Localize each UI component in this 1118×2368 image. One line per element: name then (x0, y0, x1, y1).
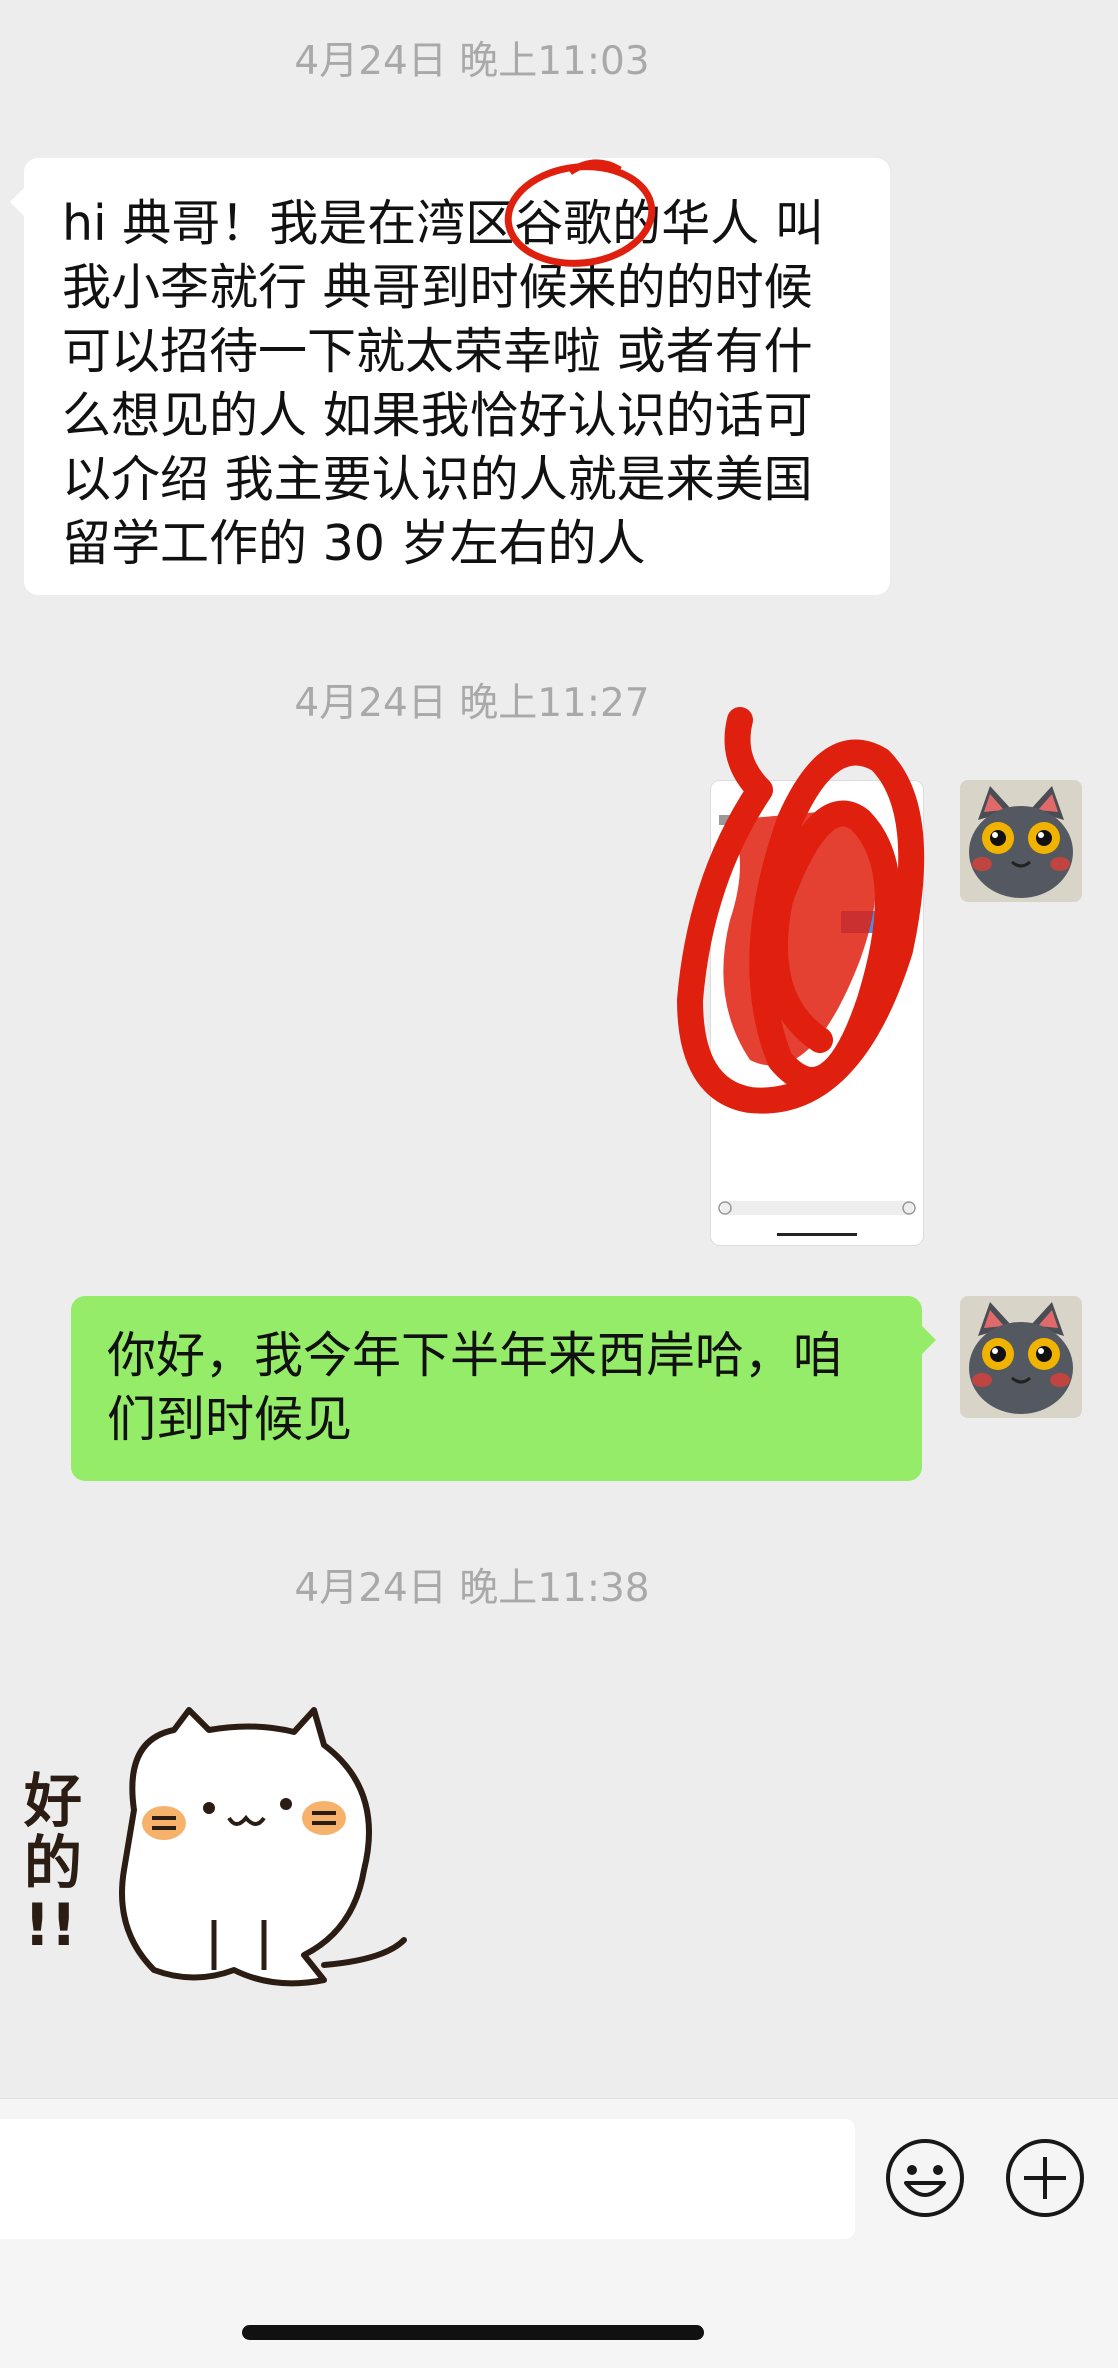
message-line: 以介绍 我主要认识的人就是来美国 (62, 451, 813, 508)
user-avatar[interactable] (960, 780, 1082, 902)
cat-avatar-icon (960, 780, 1082, 902)
cat-sticker-icon (119, 1707, 407, 1987)
cat-avatar-icon (960, 1296, 1082, 1418)
message-line: 你好，我今年下半年来西岸哈，咱 (107, 1327, 843, 1384)
message-input[interactable] (0, 2119, 855, 2239)
message-line: 们到时候见 (107, 1391, 353, 1448)
red-circle-annotation (504, 159, 656, 267)
user-avatar[interactable] (960, 1296, 1082, 1418)
outgoing-message-bubble[interactable]: 你好，我今年下半年来西岸哈，咱 们到时候见 (71, 1296, 936, 1481)
message-line: 可以招待一下就太荣幸啦 或者有什 (62, 323, 813, 380)
sticker-message[interactable]: 好 的 !! (24, 1700, 424, 2000)
message-line: 我小李就行 典哥到时候来的的时候 (62, 259, 813, 316)
message-line: hi 典哥！我是在湾区谷歌的华人 叫 (62, 195, 824, 252)
plus-icon (1006, 2139, 1084, 2217)
home-indicator[interactable] (242, 2325, 704, 2340)
more-button[interactable] (1004, 2137, 1086, 2219)
red-redaction-scribble (677, 707, 925, 1114)
timestamp: 4月24日 晚上11:38 (294, 1566, 650, 1611)
sticker-text: 好 的 !! (24, 1767, 83, 1959)
emoji-button[interactable] (884, 2137, 966, 2219)
message-line: 么想见的人 如果我恰好认识的话可 (62, 387, 813, 444)
message-line: 留学工作的 30 岁左右的人 (62, 515, 646, 572)
timestamp: 4月24日 晚上11:03 (294, 39, 650, 84)
incoming-message-bubble[interactable]: hi 典哥！我是在湾区谷歌的华人 叫 我小李就行 典哥到时候来的的时候 可以招待… (10, 158, 890, 595)
emoji-icon (886, 2139, 964, 2217)
